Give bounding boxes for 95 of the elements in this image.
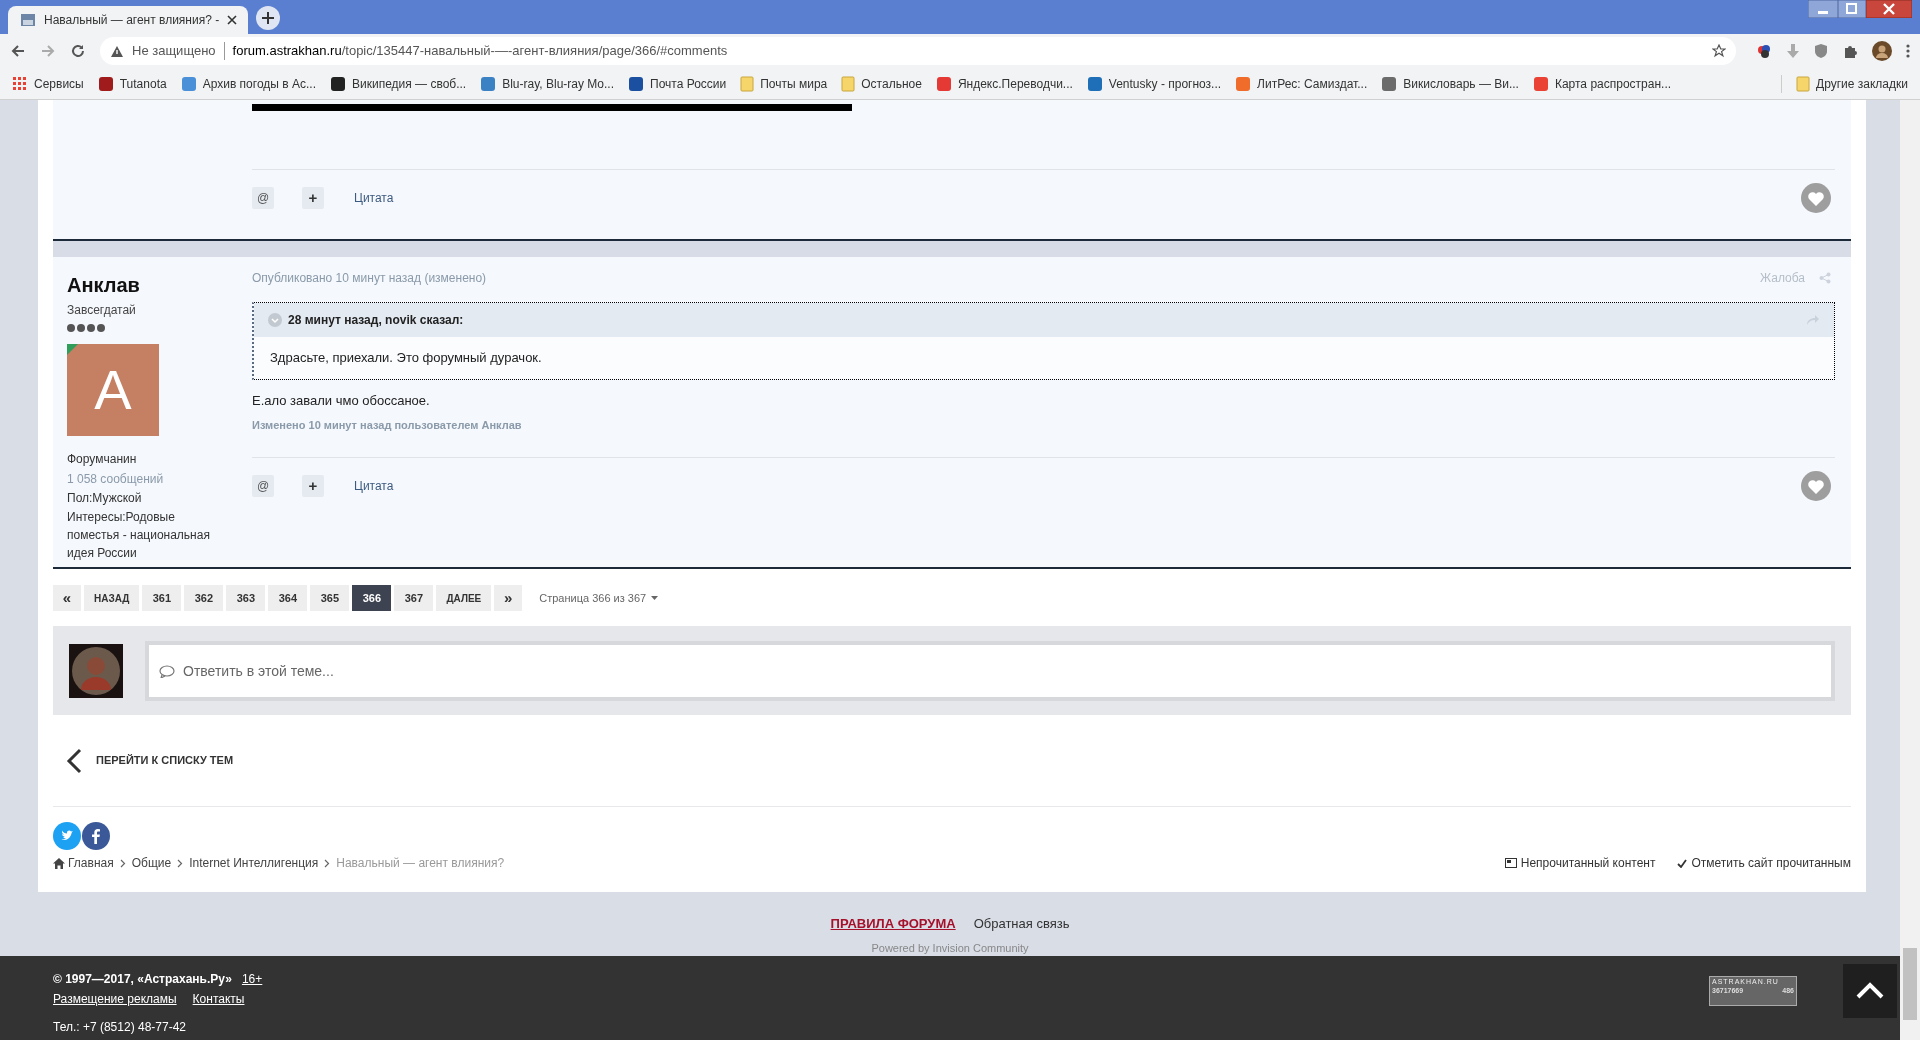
forward-icon[interactable]: [40, 43, 56, 59]
download-icon[interactable]: [1786, 43, 1800, 59]
back-icon[interactable]: [10, 43, 26, 59]
bookmark[interactable]: Яндекс.Переводчи...: [935, 74, 1073, 93]
shield-icon[interactable]: [1814, 43, 1828, 59]
chevron-right-icon: [324, 858, 331, 868]
warning-icon: [110, 44, 124, 58]
back-to-topics-link[interactable]: ПЕРЕЙТИ К СПИСКУ ТЕМ: [66, 747, 234, 774]
menu-icon[interactable]: [1906, 44, 1910, 58]
browser-tab[interactable]: Навальный — агент влияния? -: [8, 6, 248, 34]
bookmark[interactable]: Tutanota: [97, 74, 167, 93]
tab-title: Навальный — агент влияния? -: [44, 12, 220, 29]
site-icon: [20, 12, 36, 28]
breadcrumb-link[interactable]: Главная: [53, 854, 114, 872]
puzzle-icon[interactable]: [1842, 43, 1858, 59]
bookmark[interactable]: Викисловарь — Ви...: [1381, 74, 1519, 93]
page-button[interactable]: 362: [184, 585, 224, 611]
page-jump-dropdown[interactable]: Страница 366 из 367: [539, 589, 659, 607]
close-icon[interactable]: [227, 15, 238, 25]
quote-link[interactable]: Цитата: [354, 189, 394, 207]
post-text: Е.ало завали чмо обоссаное.: [252, 392, 431, 410]
profile-avatar[interactable]: [1872, 41, 1892, 61]
folder-icon: [1796, 75, 1811, 92]
speech-bubble-icon: [159, 664, 175, 678]
breadcrumb-link[interactable]: Общие: [131, 854, 172, 872]
age-rating-link[interactable]: 16+: [241, 970, 263, 988]
author-rank: Завсегдатай: [67, 302, 137, 319]
scrollbar-thumb[interactable]: [1903, 948, 1917, 1020]
chevron-right-icon: [119, 858, 126, 868]
bookmark[interactable]: Почта России: [628, 74, 727, 93]
quote-link[interactable]: Цитата: [354, 477, 394, 495]
mention-button[interactable]: @: [252, 475, 274, 497]
chevron-right-icon: [177, 858, 184, 868]
bookmark[interactable]: Архив погоды в Ас...: [180, 74, 316, 93]
page-button[interactable]: 364: [268, 585, 308, 611]
page-button[interactable]: 361: [142, 585, 182, 611]
chevron-left-icon: [66, 747, 82, 774]
bookmark[interactable]: Сервисы: [12, 74, 84, 93]
post-date: Опубликовано 10 минут назад (изменено): [252, 270, 487, 287]
user-avatar[interactable]: [69, 643, 123, 698]
bookmark[interactable]: Blu-ray, Blu-ray Mo...: [480, 74, 614, 93]
restore-icon[interactable]: [1838, 0, 1866, 18]
page-button[interactable]: 363: [226, 585, 266, 611]
page-button[interactable]: 366: [352, 585, 392, 611]
quote-header: 28 минут назад, novik сказал:: [288, 312, 464, 329]
page-button[interactable]: 367: [394, 585, 434, 611]
twitter-icon[interactable]: [53, 822, 81, 850]
newspaper-icon: [1504, 858, 1517, 868]
back-to-top-button[interactable]: [1843, 964, 1897, 1018]
footer-link[interactable]: ПРАВИЛА ФОРУМА: [830, 914, 956, 934]
edit-note: Изменено 10 минут назад пользователем Анклав: [252, 417, 523, 433]
bookmark[interactable]: Другие закладки: [1796, 74, 1908, 93]
new-tab-icon[interactable]: [256, 6, 280, 30]
footer-link[interactable]: Обратная связь: [973, 914, 1070, 934]
powered-by-text: Powered by Invision Community: [870, 940, 1030, 956]
bookmark[interactable]: Ventusky - прогноз...: [1086, 74, 1222, 93]
profile-field: Пол:Мужской: [67, 489, 227, 507]
caret-icon: [651, 596, 659, 600]
extension-icon[interactable]: [1756, 43, 1772, 59]
add-button[interactable]: +: [302, 187, 324, 209]
profile-field: Интересы:Родовые поместья - национальная идея России: [67, 508, 227, 562]
minimize-icon[interactable]: [1808, 0, 1838, 18]
url-text: forum.astrakhan.ru/topic/135447-навальный-—-агент-влияния/page/366/#comments: [232, 42, 729, 61]
page-button[interactable]: НАЗАД: [84, 585, 140, 611]
home-icon: [53, 857, 65, 869]
bookmark[interactable]: Википедия — своб...: [329, 74, 467, 93]
footer-action-link[interactable]: Непрочитанный контент: [1504, 854, 1656, 872]
breadcrumb-link[interactable]: Internet Интеллигенция: [189, 854, 319, 872]
facebook-icon[interactable]: [82, 822, 110, 850]
security-label: Не защищено: [132, 42, 216, 61]
star-icon[interactable]: [1712, 44, 1726, 58]
checkmark-icon: [1677, 858, 1688, 868]
close-window-icon[interactable]: [1866, 0, 1912, 18]
page-button[interactable]: «: [53, 585, 81, 611]
phone-text: Тел.: +7 (8512) 48-77-42: [53, 1019, 186, 1036]
reply-input[interactable]: Ответить в этой теме...: [145, 640, 1835, 701]
scrollbar[interactable]: [1900, 100, 1920, 1040]
footer-action-link[interactable]: Отметить сайт прочитанным: [1677, 854, 1851, 872]
author-name[interactable]: Анклав: [67, 273, 252, 297]
page-button[interactable]: ДАЛЕЕ: [436, 585, 492, 611]
bookmark[interactable]: Остальное: [841, 74, 922, 93]
bookmark[interactable]: Карта распростран...: [1532, 74, 1672, 93]
bookmark[interactable]: Почты мира: [740, 74, 828, 93]
copyright-text: © 1997—2017, «Астрахань.Ру»: [53, 971, 232, 988]
author-group: Форумчанин: [67, 450, 252, 468]
reload-icon[interactable]: [70, 43, 86, 59]
page-button[interactable]: 365: [310, 585, 350, 611]
mention-button[interactable]: @: [252, 187, 274, 209]
footer-link[interactable]: Размещение рекламы: [53, 990, 177, 1008]
add-button[interactable]: +: [302, 475, 324, 497]
bookmark[interactable]: ЛитРес: Самиздат...: [1235, 74, 1368, 93]
quote-text: Здрасьте, приехали. Это форумный дурачок.: [270, 349, 542, 368]
footer-link[interactable]: Контакты: [192, 990, 245, 1008]
address-bar[interactable]: Не защищено forum.astrakhan.ru/topic/135447-навальный-—-агент-влияния/page/366/#comments: [100, 37, 1736, 65]
page-button[interactable]: »: [494, 585, 523, 611]
